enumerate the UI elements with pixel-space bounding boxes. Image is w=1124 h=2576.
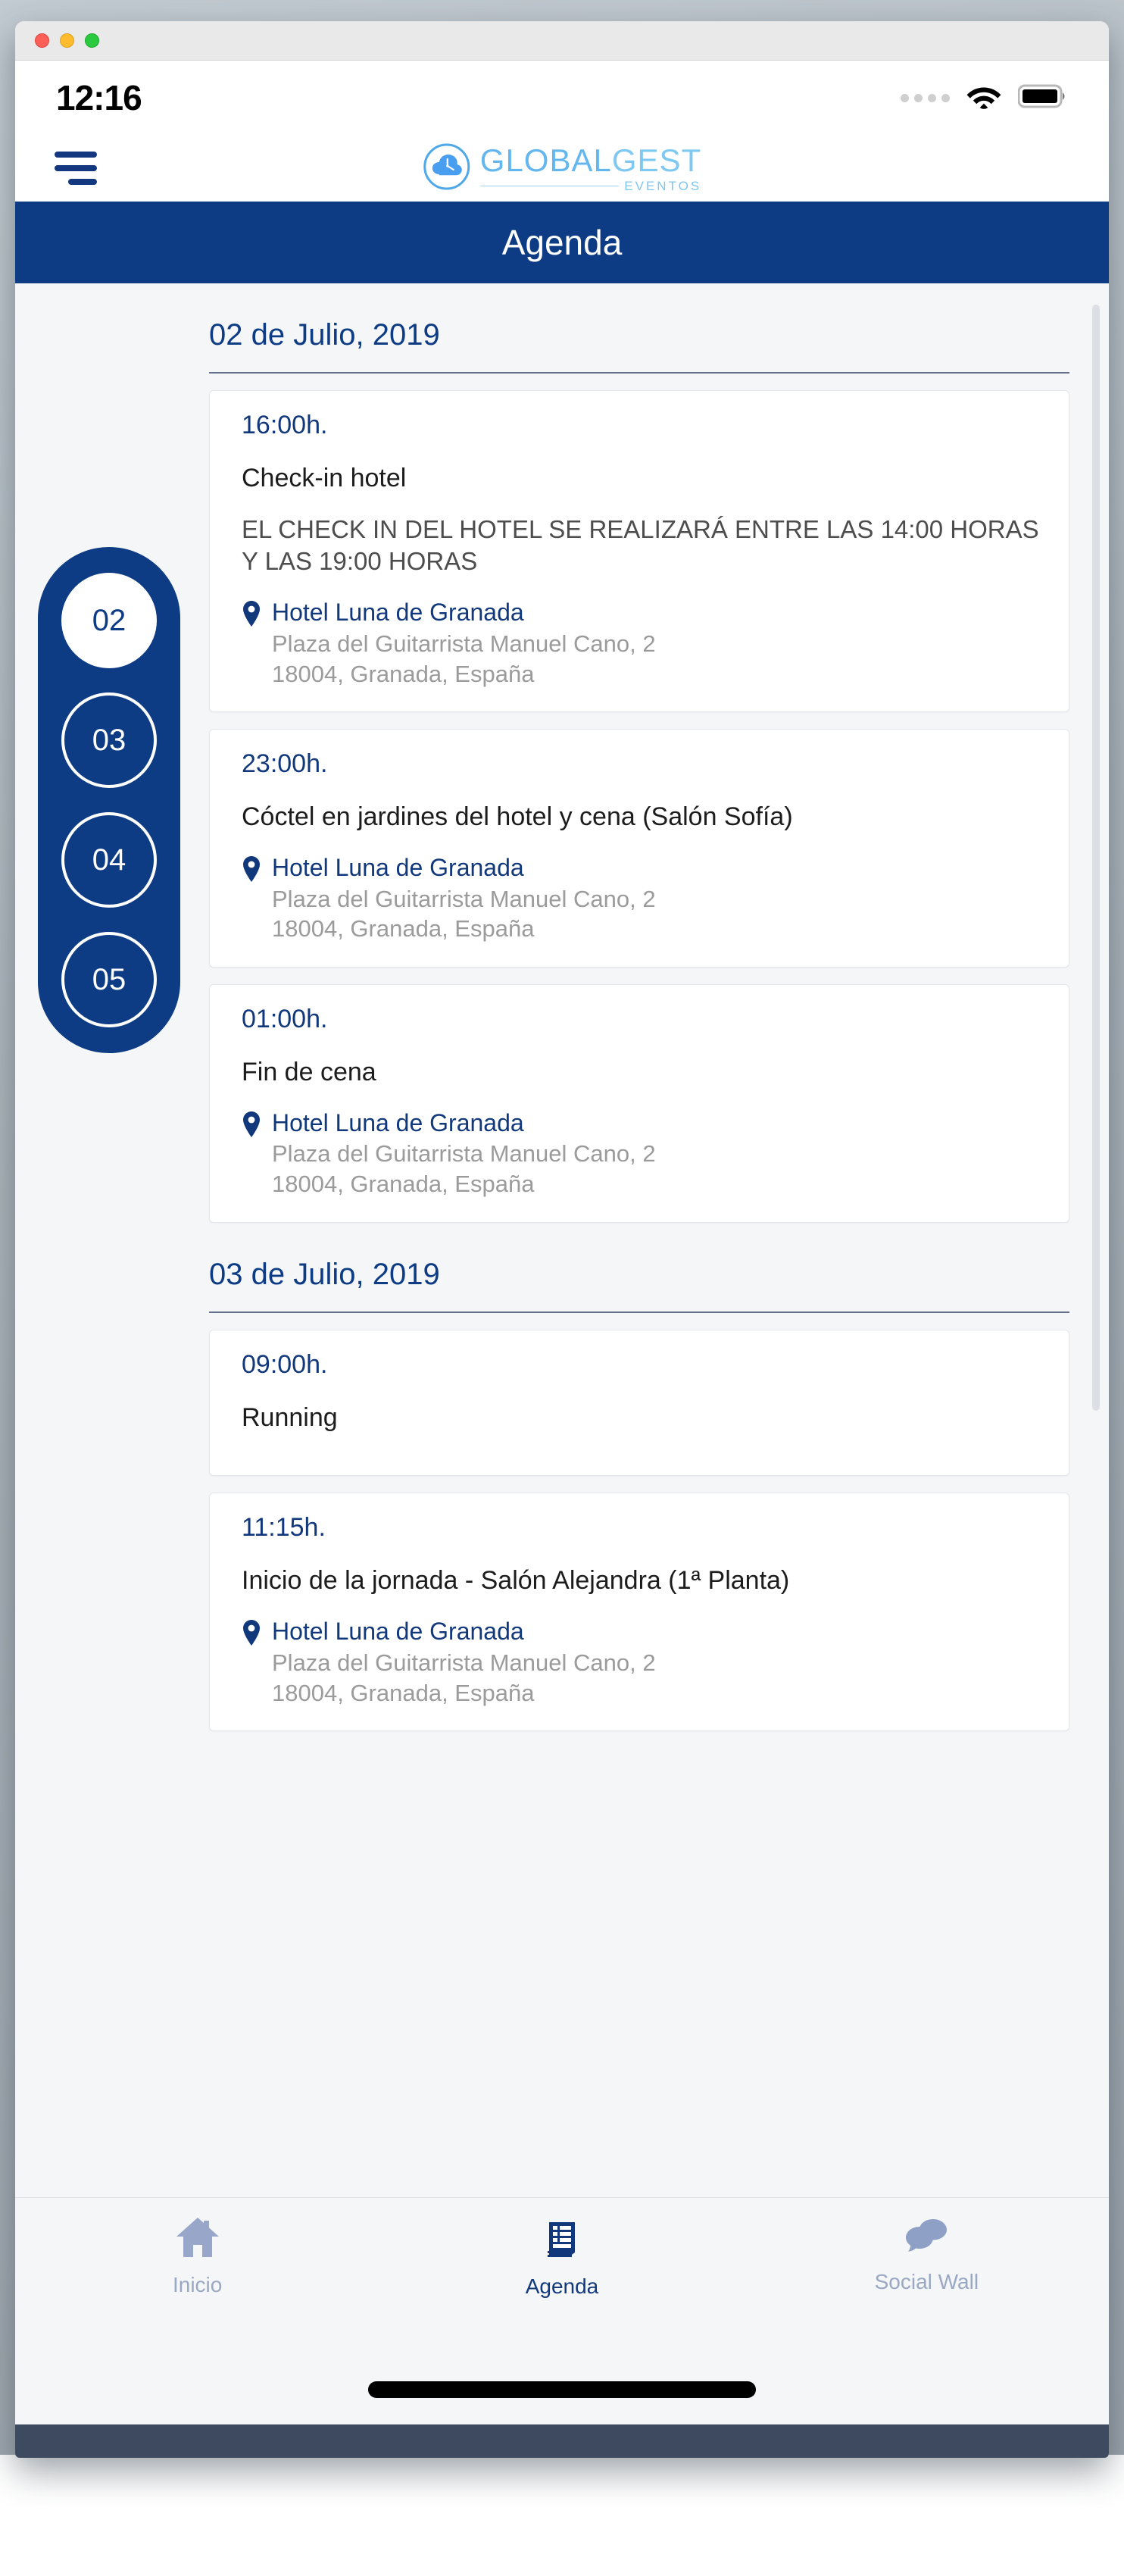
event-address-line1: Plaza del Guitarrista Manuel Cano, 2 xyxy=(272,1139,656,1169)
globalgest-logo: GLOBALGEST EVENTOS xyxy=(423,142,701,195)
status-indicators xyxy=(901,83,1068,113)
logo-wordmark: GLOBALGEST xyxy=(480,145,701,177)
scrollbar-track[interactable] xyxy=(1092,299,1100,2193)
event-venue[interactable]: Hotel Luna de Granada xyxy=(272,1616,656,1648)
event-address-line2: 18004, Granada, España xyxy=(272,1678,656,1708)
agenda-sections: 02 de Julio, 2019 16:00h. Check-in hotel EL… xyxy=(15,318,1089,1731)
chat-bubbles-icon xyxy=(903,2216,950,2259)
close-window-button[interactable] xyxy=(35,33,49,48)
event-time: 09:00h. xyxy=(242,1350,1043,1380)
event-title: Cóctel en jardines del hotel y cena (Sal… xyxy=(242,802,1043,833)
agenda-event-card[interactable]: 01:00h. Fin de cena Hotel Luna de GranadaP… xyxy=(209,984,1069,1223)
home-icon xyxy=(175,2216,220,2262)
signal-dots-icon xyxy=(901,94,950,102)
day-chip-03[interactable]: 03 xyxy=(61,692,157,788)
tab-agenda[interactable]: Agenda xyxy=(379,2216,744,2299)
event-location[interactable]: Hotel Luna de GranadaPlaza del Guitarris… xyxy=(242,597,1043,689)
tab-label: Inicio xyxy=(173,2273,222,2297)
agenda-scroll-area[interactable]: 02 de Julio, 2019 16:00h. Check-in hotel EL… xyxy=(15,283,1109,2197)
event-title: Check-in hotel xyxy=(242,463,1043,494)
tab-label: Social Wall xyxy=(875,2270,979,2294)
event-location[interactable]: Hotel Luna de GranadaPlaza del Guitarris… xyxy=(242,1108,1043,1199)
logo-subtitle: EVENTOS xyxy=(624,180,701,192)
agenda-event-card[interactable]: 23:00h. Cóctel en jardines del hotel y ce… xyxy=(209,729,1069,968)
event-address-line1: Plaza del Guitarrista Manuel Cano, 2 xyxy=(272,629,656,659)
day-chip-05[interactable]: 05 xyxy=(61,932,157,1027)
location-pin-icon xyxy=(242,855,261,886)
event-venue[interactable]: Hotel Luna de Granada xyxy=(272,597,656,629)
window-titlebar xyxy=(15,21,1109,61)
event-title: Inicio de la jornada - Salón Alejandra (… xyxy=(242,1565,1043,1596)
event-time: 23:00h. xyxy=(242,749,1043,779)
minimize-window-button[interactable] xyxy=(60,33,74,48)
event-address-line2: 18004, Granada, España xyxy=(272,914,656,944)
agenda-date-divider xyxy=(209,372,1069,374)
event-address-line1: Plaza del Guitarrista Manuel Cano, 2 xyxy=(272,884,656,914)
tab-social-wall[interactable]: Social Wall xyxy=(745,2216,1109,2294)
location-pin-icon xyxy=(242,600,261,631)
agenda-date-divider xyxy=(209,1311,1069,1313)
event-location[interactable]: Hotel Luna de GranadaPlaza del Guitarris… xyxy=(242,1616,1043,1708)
event-address-line1: Plaza del Guitarrista Manuel Cano, 2 xyxy=(272,1648,656,1678)
tab-label: Agenda xyxy=(526,2274,599,2299)
browser-window: 12:16 xyxy=(15,21,1109,2458)
day-picker-rail[interactable]: 02 03 04 05 xyxy=(38,547,180,1053)
location-pin-icon xyxy=(242,1619,261,1650)
day-chip-04[interactable]: 04 xyxy=(61,812,157,908)
event-time: 11:15h. xyxy=(242,1513,1043,1543)
tab-inicio[interactable]: Inicio xyxy=(15,2216,379,2297)
status-bar: 12:16 xyxy=(15,61,1109,135)
agenda-event-card[interactable]: 09:00h. Running xyxy=(209,1330,1069,1477)
newspaper-icon xyxy=(540,2216,584,2264)
logo-word-part1: GLOBAL xyxy=(480,142,612,178)
wifi-icon xyxy=(966,83,1001,113)
event-title: Fin de cena xyxy=(242,1057,1043,1088)
event-venue[interactable]: Hotel Luna de Granada xyxy=(272,1108,656,1140)
agenda-date-header: 03 de Julio, 2019 xyxy=(209,1258,1089,1292)
home-indicator[interactable] xyxy=(368,2381,756,2398)
event-location-text: Hotel Luna de GranadaPlaza del Guitarris… xyxy=(272,1616,656,1708)
agenda-event-card[interactable]: 11:15h. Inicio de la jornada - Salón Alej… xyxy=(209,1493,1069,1731)
event-time: 16:00h. xyxy=(242,411,1043,440)
event-address-line2: 18004, Granada, España xyxy=(272,1169,656,1199)
cloud-clock-icon xyxy=(423,142,471,195)
event-location[interactable]: Hotel Luna de GranadaPlaza del Guitarris… xyxy=(242,852,1043,944)
location-pin-icon xyxy=(242,1111,261,1142)
event-location-text: Hotel Luna de GranadaPlaza del Guitarris… xyxy=(272,597,656,689)
event-time: 01:00h. xyxy=(242,1005,1043,1034)
phone-viewport: 12:16 xyxy=(15,61,1109,2424)
event-location-text: Hotel Luna de GranadaPlaza del Guitarris… xyxy=(272,852,656,944)
day-chip-02[interactable]: 02 xyxy=(61,573,157,668)
battery-full-icon xyxy=(1018,84,1068,112)
page-title: Agenda xyxy=(502,222,623,263)
bottom-tab-bar[interactable]: Inicio Agenda Social Wall xyxy=(15,2197,1109,2355)
agenda-date-header: 02 de Julio, 2019 xyxy=(209,318,1089,352)
status-clock: 12:16 xyxy=(56,77,142,118)
app-header: GLOBALGEST EVENTOS xyxy=(15,135,1109,202)
page-title-bar: Agenda xyxy=(15,202,1109,283)
logo-subtitle-row: EVENTOS xyxy=(480,180,701,192)
window-footer xyxy=(15,2424,1109,2458)
event-location-text: Hotel Luna de GranadaPlaza del Guitarris… xyxy=(272,1108,656,1199)
logo-word-part2: GEST xyxy=(612,142,701,178)
agenda-event-card[interactable]: 16:00h. Check-in hotel EL CHECK IN DEL HOT… xyxy=(209,390,1069,712)
hamburger-menu-icon[interactable] xyxy=(55,152,97,185)
home-indicator-area xyxy=(15,2355,1109,2424)
event-title: Running xyxy=(242,1402,1043,1433)
zoom-window-button[interactable] xyxy=(85,33,99,48)
event-address-line2: 18004, Granada, España xyxy=(272,659,656,689)
event-venue[interactable]: Hotel Luna de Granada xyxy=(272,852,656,884)
event-description: EL CHECK IN DEL HOTEL SE REALIZARÁ ENTRE… xyxy=(242,514,1043,577)
scrollbar-thumb[interactable] xyxy=(1092,305,1100,1411)
